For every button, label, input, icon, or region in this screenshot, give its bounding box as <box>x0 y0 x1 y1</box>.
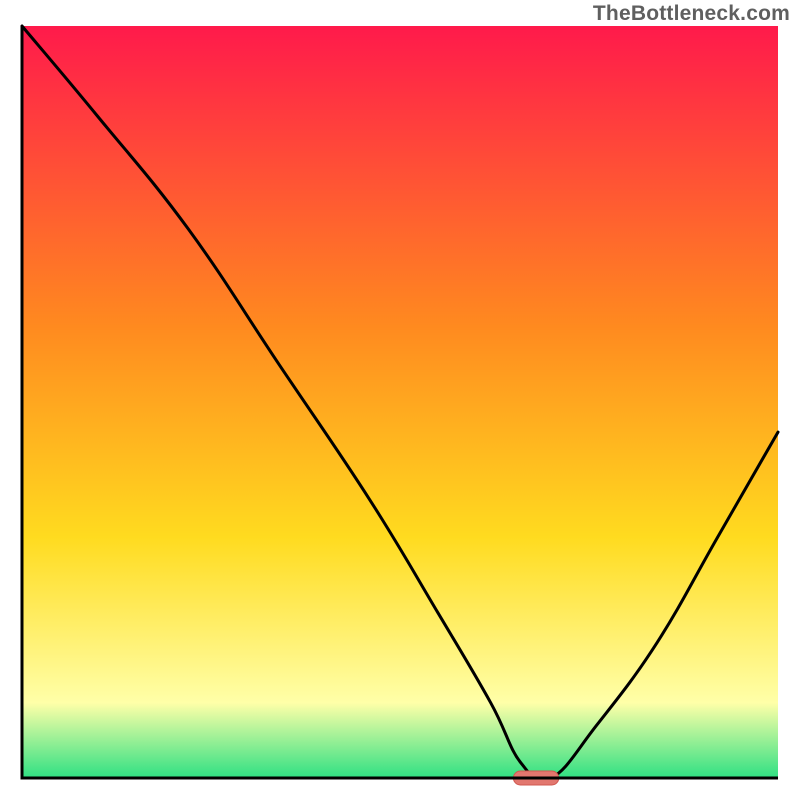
chart-stage: TheBottleneck.com <box>0 0 800 800</box>
bottleneck-chart <box>0 0 800 800</box>
plot-background <box>22 26 778 778</box>
